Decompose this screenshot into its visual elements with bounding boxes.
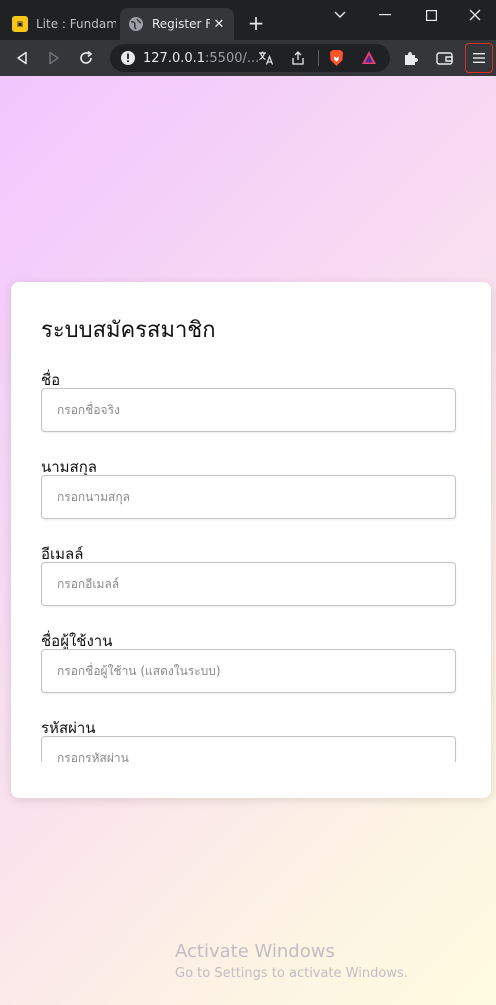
brave-rewards-icon[interactable]: [361, 50, 377, 70]
site-info-icon[interactable]: [120, 50, 136, 70]
tab-title: Lite : Fundame: [36, 17, 116, 31]
lite-site-icon: ▣: [12, 16, 28, 32]
brave-shields-icon[interactable]: [328, 49, 345, 71]
share-icon[interactable]: [290, 50, 306, 70]
tab-lite-fundamentals[interactable]: ▣ Lite : Fundame: [4, 8, 116, 40]
tab-search-icon[interactable]: [317, 0, 363, 30]
new-tab-button[interactable]: +: [244, 12, 268, 36]
translate-icon[interactable]: [258, 50, 274, 70]
reload-icon[interactable]: [72, 44, 100, 72]
watermark-title: Activate Windows: [175, 941, 335, 962]
maximize-icon[interactable]: [408, 0, 454, 30]
separator: [318, 50, 319, 66]
menu-icon[interactable]: [465, 43, 493, 73]
form-title: ระบบสมัครสมาชิก: [41, 318, 216, 343]
forward-icon[interactable]: [40, 44, 68, 72]
close-window-icon[interactable]: [452, 0, 496, 30]
minimize-icon[interactable]: [362, 0, 408, 30]
password-input[interactable]: [41, 736, 456, 762]
last-name-input[interactable]: [41, 475, 456, 519]
globe-icon: [128, 16, 144, 32]
tab-title: Register Fo: [152, 17, 210, 31]
watermark-subtitle: Go to Settings to activate Windows.: [175, 966, 408, 981]
url-rest: :5500/...: [205, 51, 260, 66]
first-name-input[interactable]: [41, 388, 456, 432]
address-bar[interactable]: 127.0.0.1:5500/...: [110, 44, 390, 72]
form-scroll-area[interactable]: ระบบสมัครสมาชิก ชื่อ นามสกุล อีเมลล์ ชื่…: [41, 282, 457, 762]
activate-windows-watermark: Activate Windows Go to Settings to activ…: [175, 941, 408, 981]
email-input[interactable]: [41, 562, 456, 606]
browser-toolbar: 127.0.0.1:5500/...: [0, 40, 496, 76]
username-input[interactable]: [41, 649, 456, 693]
page-viewport: ระบบสมัครสมาชิก ชื่อ นามสกุล อีเมลล์ ชื่…: [0, 76, 496, 1005]
register-form-card: ระบบสมัครสมาชิก ชื่อ นามสกุล อีเมลล์ ชื่…: [11, 282, 491, 798]
url-text: 127.0.0.1:5500/...: [143, 51, 259, 66]
back-icon[interactable]: [8, 44, 36, 72]
tab-strip: ▣ Lite : Fundame Register Fo ✕ +: [0, 0, 496, 40]
tab-register-form[interactable]: Register Fo ✕: [120, 8, 234, 40]
wallet-icon[interactable]: [430, 44, 458, 72]
url-host: 127.0.0.1: [143, 51, 206, 66]
extensions-icon[interactable]: [397, 44, 425, 72]
close-tab-icon[interactable]: ✕: [210, 17, 228, 32]
